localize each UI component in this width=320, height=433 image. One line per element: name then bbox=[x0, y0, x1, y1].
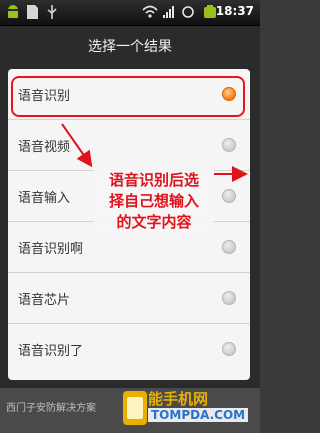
watermark-name: 能手机网 bbox=[148, 390, 209, 408]
annotation-line: 语音识别后选 bbox=[108, 171, 199, 189]
watermark-logo-icon bbox=[123, 391, 147, 425]
watermark-url: TOMPDA.COM bbox=[148, 408, 249, 422]
ad-text: 西门子安防解决方案 bbox=[6, 403, 96, 414]
annotation-line: 择自己想输入 bbox=[108, 192, 199, 210]
annotation-note: 语音识别后选 择自己想输入 的文字内容 bbox=[94, 170, 214, 233]
annotation-line: 的文字内容 bbox=[116, 213, 192, 231]
arrow-to-item bbox=[61, 123, 93, 168]
